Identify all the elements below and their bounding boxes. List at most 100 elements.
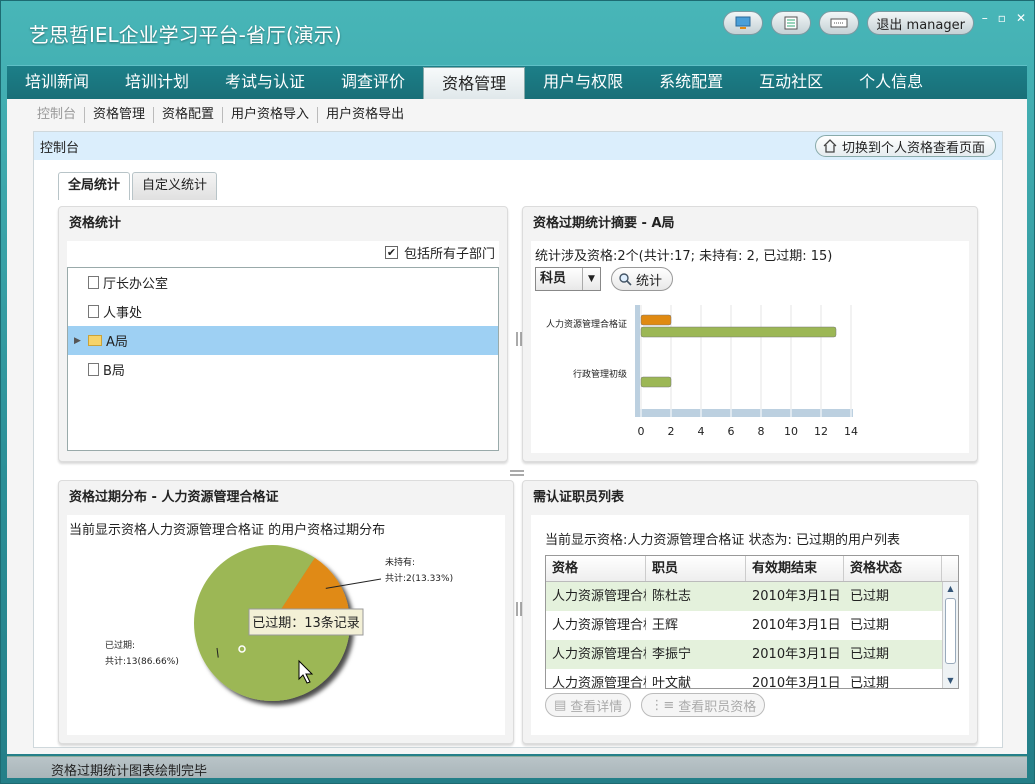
- expand-arrow-icon[interactable]: ▶: [74, 336, 84, 346]
- expiry-distribution-title: 资格过期分布 - 人力资源管理合格证: [69, 490, 279, 505]
- tree-item[interactable]: ▶ A局: [68, 326, 498, 355]
- view-detail-label: 查看详情: [570, 699, 623, 715]
- keyboard-button[interactable]: [819, 11, 860, 35]
- nav-item-6[interactable]: 系统配置: [641, 66, 741, 100]
- x-tick-label: 14: [844, 425, 858, 438]
- monitor-button[interactable]: [723, 11, 764, 35]
- include-children-checkbox[interactable]: ✔: [384, 246, 398, 259]
- bar[interactable]: [640, 376, 672, 388]
- expiry-summary-card: 资格过期统计摘要 - A局 统计涉及资格:2个(共计:17; 未持有: 2, 已…: [522, 206, 978, 462]
- table-cell: 2010年3月1日: [752, 676, 841, 689]
- table-cell: 2010年3月1日: [752, 618, 841, 633]
- table-cell: 叶文献: [652, 676, 692, 689]
- scroll-thumb[interactable]: [945, 598, 956, 664]
- table-cell: 已过期: [850, 618, 890, 633]
- scroll-up-icon[interactable]: ▲: [943, 582, 958, 596]
- view-employee-qual-label: 查看职员资格: [678, 699, 757, 715]
- nav-item-2[interactable]: 考试与认证: [207, 66, 323, 100]
- table-row[interactable]: 人力资源管理合格证陈杜志 2010年3月1日已过期: [546, 582, 958, 611]
- subnav-item-0[interactable]: 控制台: [37, 107, 86, 123]
- table-scrollbar[interactable]: ▲ ▼: [942, 582, 958, 688]
- statistics-button[interactable]: 统计: [611, 267, 674, 291]
- tree-item[interactable]: 人事处: [68, 297, 498, 326]
- subnav: 控制台 资格管理 资格配置 用户资格导入 用户资格导出: [37, 107, 412, 123]
- tree-item[interactable]: B局: [68, 355, 498, 384]
- department-tree[interactable]: 厅长办公室人事处 ▶ A局 B局: [67, 267, 499, 451]
- list-button[interactable]: [771, 11, 812, 35]
- tree-item-label: 厅长办公室: [103, 277, 169, 292]
- list-icon: [784, 16, 798, 30]
- column-header-status[interactable]: 资格状态: [844, 556, 942, 581]
- column-header-qualification[interactable]: 资格: [546, 556, 646, 581]
- status-text: 资格过期统计图表绘制完毕: [51, 764, 208, 779]
- console-header: 控制台 切换到个人资格查看页面: [34, 132, 1002, 160]
- splitter-handle-middle[interactable]: [510, 470, 524, 476]
- view-detail-button[interactable]: ▤ 查看详情: [545, 693, 632, 717]
- document-icon: [88, 305, 99, 318]
- maximize-icon[interactable]: ▫: [998, 11, 1006, 25]
- scroll-down-icon[interactable]: ▼: [943, 674, 958, 688]
- table-row[interactable]: 人力资源管理合格证王辉 2010年3月1日已过期: [546, 611, 958, 640]
- switch-personal-button[interactable]: 切换到个人资格查看页面: [814, 135, 996, 157]
- nav-item-7[interactable]: 互动社区: [741, 66, 841, 100]
- nav-item-5[interactable]: 用户与权限: [525, 66, 641, 100]
- app-title: 艺思哲IEL企业学习平台-省厅(演示): [29, 23, 342, 47]
- tree-item-label: 人事处: [103, 306, 143, 321]
- table-row[interactable]: 人力资源管理合格证李振宁 2010年3月1日已过期: [546, 640, 958, 669]
- tree-item-label: A局: [106, 335, 128, 350]
- logout-button[interactable]: 退出 manager: [867, 11, 974, 35]
- table-cell: 2010年3月1日: [752, 589, 841, 604]
- x-tick-label: 6: [728, 425, 735, 438]
- expiry-controls: 科员 ▼ 统计: [535, 267, 674, 291]
- column-header-expiry[interactable]: 有效期结束: [746, 556, 844, 581]
- nav-item-1[interactable]: 培训计划: [107, 66, 207, 100]
- switch-personal-label: 切换到个人资格查看页面: [841, 140, 985, 156]
- folder-icon: [88, 335, 102, 346]
- bar[interactable]: [640, 314, 672, 326]
- expiry-bar-chart: 0 2 4 6 8 10 12 14 人力资源管理合格证行政管理初级: [546, 305, 858, 438]
- subnav-item-3[interactable]: 用户资格导入: [223, 107, 319, 123]
- position-select[interactable]: 科员 ▼: [535, 267, 601, 291]
- pie-slice-label: 已过期:: [105, 639, 135, 651]
- nav-item-8[interactable]: 个人信息: [841, 66, 941, 100]
- include-children-row[interactable]: ✔ 包括所有子部门: [384, 243, 495, 262]
- employee-table-header: 资格 职员 有效期结束 资格状态: [546, 556, 958, 582]
- subnav-item-2[interactable]: 资格配置: [154, 107, 224, 123]
- nav-item-0[interactable]: 培训新闻: [7, 66, 107, 100]
- minimize-icon[interactable]: –: [982, 11, 988, 25]
- table-cell: 人力资源管理合格证: [552, 676, 646, 689]
- x-tick-label: 2: [668, 425, 675, 438]
- app-window: 艺思哲IEL企业学习平台-省厅(演示) 退出 manager – ▫ ✕ 培训新…: [0, 0, 1035, 784]
- expiry-summary-text: 统计涉及资格:2个(共计:17; 未持有: 2, 已过期: 15): [535, 249, 833, 264]
- x-tick-label: 8: [758, 425, 765, 438]
- subnav-item-1[interactable]: 资格管理: [85, 107, 155, 123]
- subnav-item-4[interactable]: 用户资格导出: [318, 107, 412, 123]
- tree-item[interactable]: 厅长办公室: [68, 268, 498, 297]
- nav-item-4[interactable]: 资格管理: [423, 67, 526, 100]
- close-icon[interactable]: ✕: [1016, 11, 1026, 25]
- tab-custom-stats[interactable]: 自定义统计: [132, 172, 218, 200]
- nav-item-3[interactable]: 调查评价: [323, 66, 423, 100]
- employee-actions: ▤ 查看详情 ⋮≡ 查看职员资格: [545, 693, 766, 717]
- column-header-employee[interactable]: 职员: [646, 556, 746, 581]
- view-employee-qual-button[interactable]: ⋮≡ 查看职员资格: [641, 693, 766, 717]
- table-row[interactable]: 人力资源管理合格证叶文献 2010年3月1日已过期: [546, 669, 958, 689]
- statistics-label: 统计: [636, 273, 663, 289]
- table-cell: 人力资源管理合格证: [552, 618, 646, 633]
- monitor-icon: [735, 16, 751, 29]
- employee-list-subtitle: 当前显示资格:人力资源管理合格证 状态为: 已过期的用户列表: [545, 533, 901, 548]
- employee-table-body: 人力资源管理合格证陈杜志2010年3月1日已过期人力资源管理合格证王辉2010年…: [546, 582, 958, 689]
- employee-list-title: 需认证职员列表: [533, 490, 625, 505]
- tab-global-stats[interactable]: 全局统计: [58, 172, 131, 200]
- magnifier-icon: [619, 273, 632, 286]
- bar[interactable]: [640, 326, 837, 338]
- table-cell: 已过期: [850, 647, 890, 662]
- home-icon: [823, 139, 837, 153]
- expiry-summary-title: 资格过期统计摘要 - A局: [533, 216, 675, 231]
- bar-axis-y: [635, 305, 640, 409]
- status-bar: 资格过期统计图表绘制完毕: [7, 756, 1027, 779]
- expiry-pie-chart[interactable]: 未持有: 共计:2(13.33%) 已过期: 共计:13(86.66%) 已过期：13条…: [67, 545, 507, 735]
- console-title: 控制台: [40, 140, 80, 156]
- expiry-distribution-body: 当前显示资格人力资源管理合格证 的用户资格过期分布 未持有: 共计:2(13.33…: [67, 515, 505, 735]
- expiry-summary-body: 统计涉及资格:2个(共计:17; 未持有: 2, 已过期: 15) 科员 ▼ 统…: [531, 241, 969, 453]
